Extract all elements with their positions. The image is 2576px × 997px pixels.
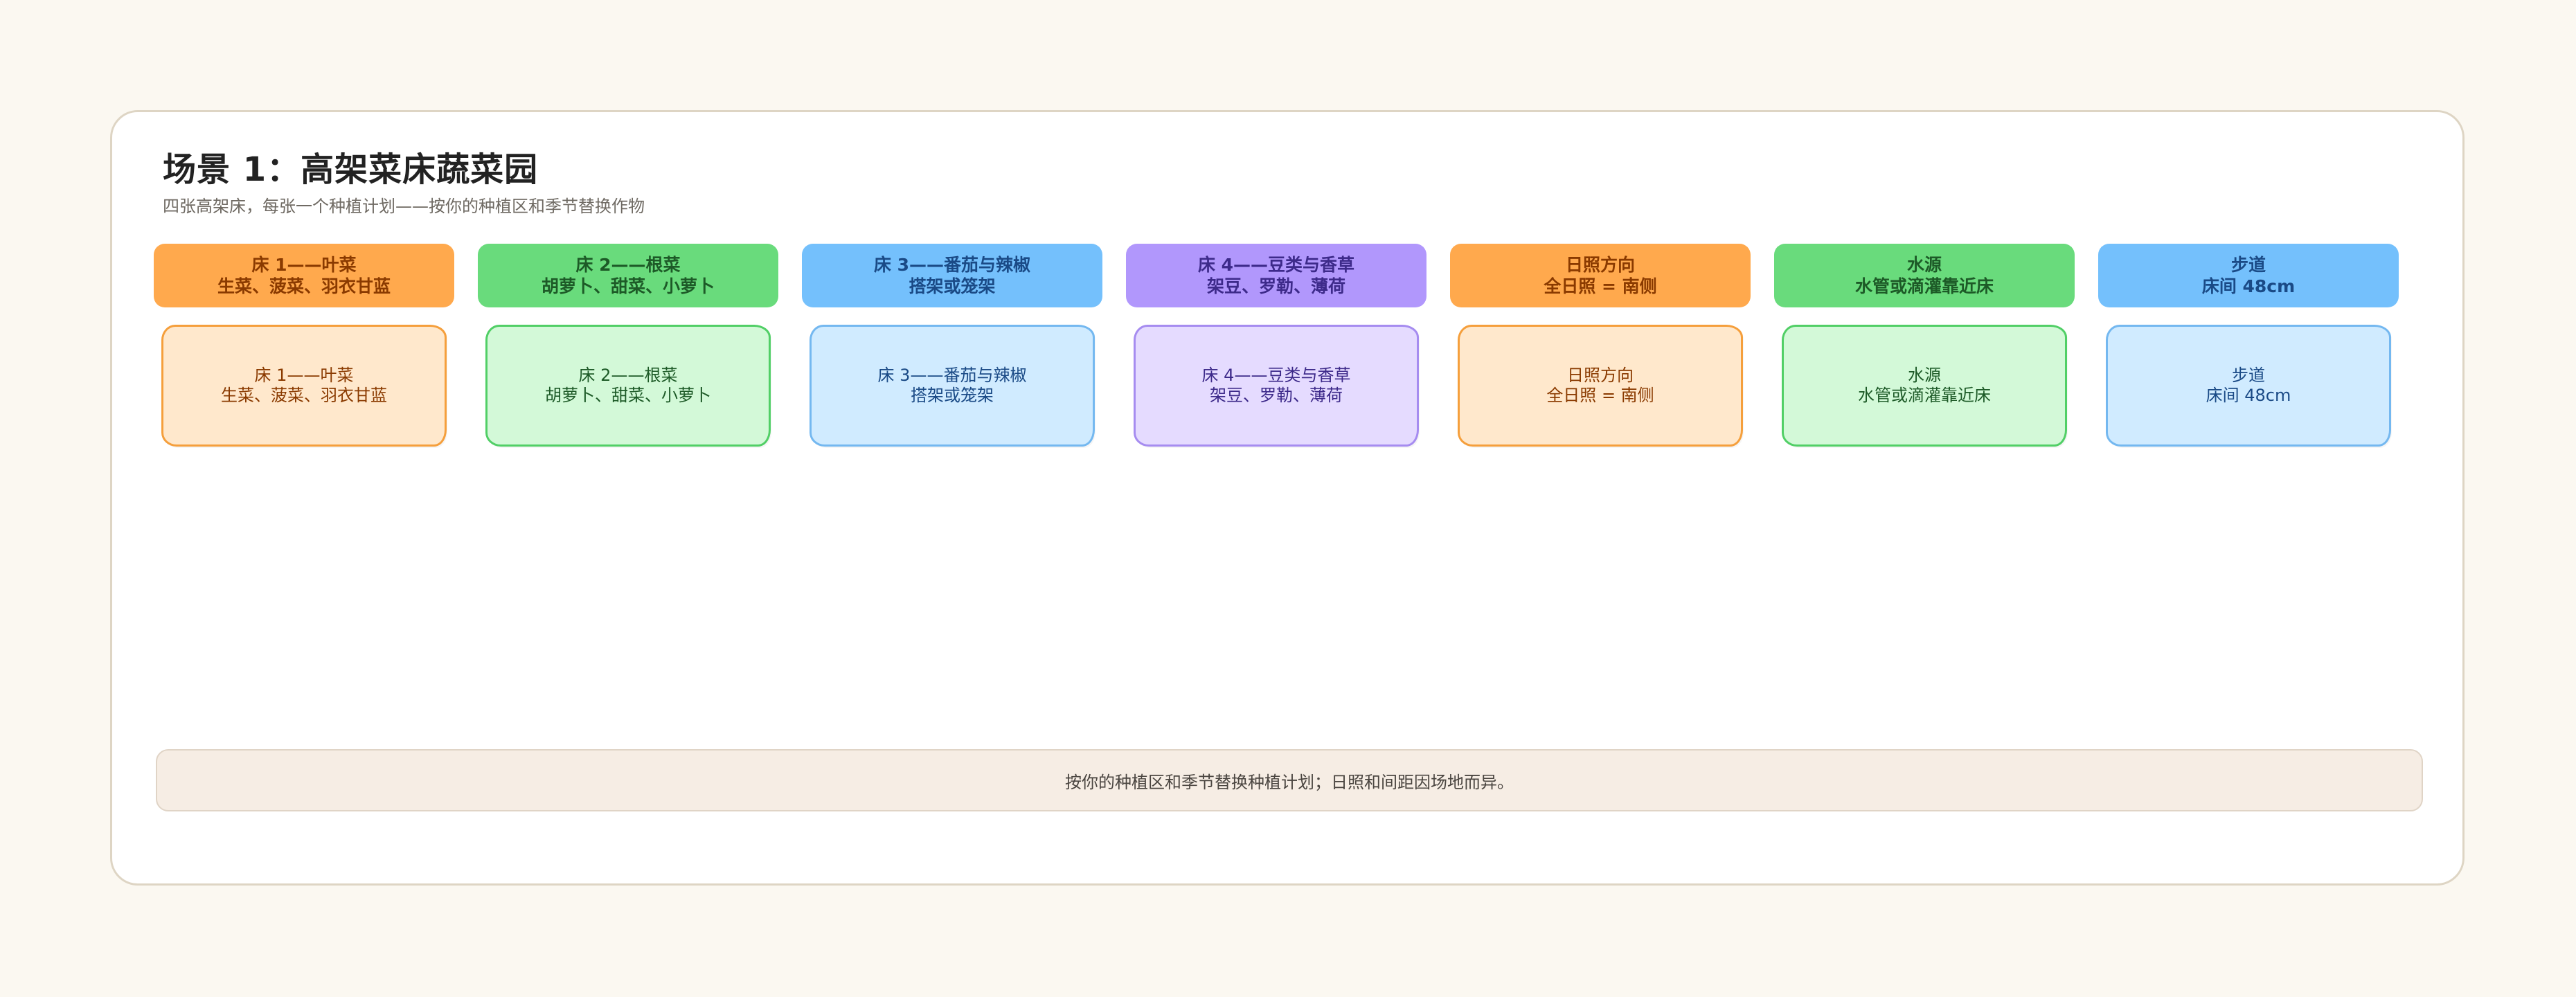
- node-detail: 水管或滴灌靠近床: [1858, 386, 1991, 405]
- column-header-title: 水源: [1906, 255, 1942, 275]
- node-title: 床 4——豆类与香草: [1201, 366, 1351, 385]
- column-header-bed-2: 床 2——根菜 胡萝卜、甜菜、小萝卜: [478, 244, 778, 307]
- column-header-title: 步道: [2230, 255, 2266, 275]
- column-header-title: 床 2——根菜: [575, 255, 681, 275]
- node-title: 床 2——根菜: [578, 366, 678, 385]
- column-header-detail: 水管或滴灌靠近床: [1854, 276, 1994, 296]
- node-bed-2[interactable]: 床 2——根菜 胡萝卜、甜菜、小萝卜: [485, 325, 771, 447]
- node-title: 床 1——叶菜: [254, 366, 354, 385]
- page-subtitle: 四张高架床，每张一个种植计划——按你的种植区和季节替换作物: [163, 197, 645, 216]
- node-bed-3[interactable]: 床 3——番茄与辣椒 搭架或笼架: [810, 325, 1095, 447]
- node-detail: 架豆、罗勒、薄荷: [1210, 386, 1343, 405]
- column-header-sun: 日照方向 全日照 = 南侧: [1450, 244, 1751, 307]
- column-header-water: 水源 水管或滴灌靠近床: [1774, 244, 2075, 307]
- column-header-title: 日照方向: [1565, 255, 1635, 275]
- node-bed-4[interactable]: 床 4——豆类与香草 架豆、罗勒、薄荷: [1134, 325, 1419, 447]
- node-detail: 床间 48cm: [2206, 386, 2291, 405]
- node-path[interactable]: 步道 床间 48cm: [2106, 325, 2391, 447]
- node-detail: 搭架或笼架: [911, 386, 994, 405]
- column-header-title: 床 4——豆类与香草: [1197, 255, 1355, 275]
- node-sun[interactable]: 日照方向 全日照 = 南侧: [1458, 325, 1743, 447]
- node-detail: 生菜、菠菜、羽衣甘蓝: [221, 386, 387, 405]
- node-title: 步道: [2232, 366, 2265, 385]
- column-header-detail: 搭架或笼架: [909, 276, 996, 296]
- node-title: 日照方向: [1567, 366, 1634, 385]
- page-title: 场景 1：高架菜床蔬菜园: [163, 150, 539, 189]
- node-detail: 胡萝卜、甜菜、小萝卜: [545, 386, 711, 405]
- column-header-detail: 生菜、菠菜、羽衣甘蓝: [217, 276, 391, 296]
- column-header-detail: 床间 48cm: [2201, 276, 2296, 296]
- node-detail: 全日照 = 南侧: [1546, 386, 1654, 405]
- column-header-path: 步道 床间 48cm: [2098, 244, 2399, 307]
- node-title: 水源: [1908, 366, 1941, 385]
- node-water[interactable]: 水源 水管或滴灌靠近床: [1782, 325, 2067, 447]
- footer-note: 按你的种植区和季节替换种植计划；日照和间距因场地而异。: [156, 749, 2423, 811]
- column-header-detail: 胡萝卜、甜菜、小萝卜: [541, 276, 715, 296]
- column-header-title: 床 3——番茄与辣椒: [873, 255, 1031, 275]
- node-bed-1[interactable]: 床 1——叶菜 生菜、菠菜、羽衣甘蓝: [161, 325, 447, 447]
- scene-card: 场景 1：高架菜床蔬菜园 四张高架床，每张一个种植计划——按你的种植区和季节替换…: [110, 110, 2465, 886]
- column-header-detail: 架豆、罗勒、薄荷: [1206, 276, 1345, 296]
- node-title: 床 3——番茄与辣椒: [877, 366, 1027, 385]
- column-header-detail: 全日照 = 南侧: [1544, 276, 1657, 296]
- column-header-bed-3: 床 3——番茄与辣椒 搭架或笼架: [802, 244, 1102, 307]
- column-header-bed-1: 床 1——叶菜 生菜、菠菜、羽衣甘蓝: [154, 244, 454, 307]
- column-header-title: 床 1——叶菜: [251, 255, 357, 275]
- column-header-bed-4: 床 4——豆类与香草 架豆、罗勒、薄荷: [1126, 244, 1426, 307]
